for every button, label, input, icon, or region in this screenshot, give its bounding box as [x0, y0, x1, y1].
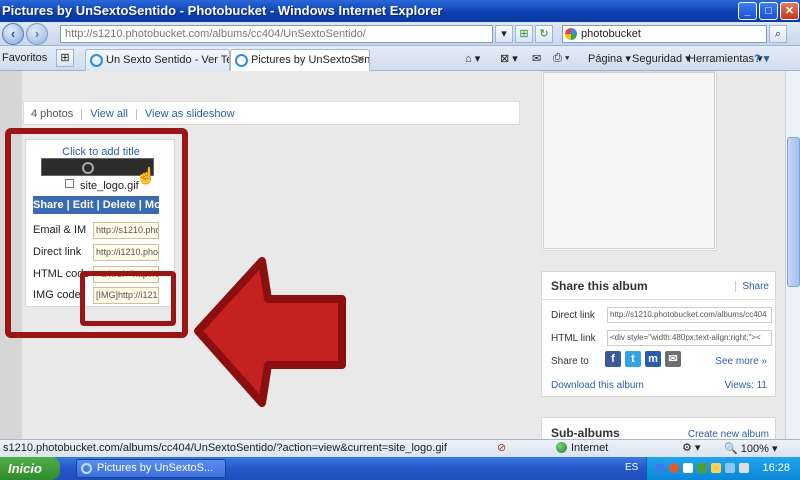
divider — [542, 299, 777, 300]
home-icon[interactable]: ⌂ ▾ — [465, 52, 480, 65]
menu-page-label: Página — [588, 53, 623, 65]
pointer-arrow-icon — [194, 257, 346, 407]
menu-security-label: Seguridad — [632, 53, 683, 65]
language-indicator[interactable]: ES — [625, 462, 638, 473]
photo-toolbar: 4 photos View all View as slideshow — [23, 101, 520, 125]
start-button[interactable]: Inicio — [0, 457, 60, 480]
search-text: photobucket — [581, 28, 641, 40]
sub-albums-title: Sub-albums — [551, 426, 620, 439]
tabs-row: Favoritos ⊞ Un Sexto Sentido - Ver Tema.… — [0, 46, 800, 71]
share-html-row: HTML link <div style="width:480px;text-a… — [551, 330, 772, 346]
close-tab-icon[interactable]: ✕ — [356, 53, 365, 66]
zoom-control[interactable]: 🔍 100% ▾ — [724, 442, 777, 455]
zone-label: Internet — [571, 442, 609, 454]
blocked-icon[interactable]: ⊘ — [497, 441, 506, 454]
download-album-link[interactable]: Download this album — [551, 380, 644, 391]
dropdown-icon[interactable]: ▾ — [495, 25, 513, 43]
mail-icon[interactable]: ✉ — [532, 52, 541, 65]
ie-icon — [90, 54, 103, 67]
share-to-label: Share to — [551, 356, 589, 367]
page-content: 4 photos View all View as slideshow Click … — [0, 71, 785, 439]
url-host: http://s1210.photobucket.com — [65, 28, 210, 40]
tab-pictures[interactable]: Pictures by UnSextoSenti... ✕ — [230, 49, 370, 71]
divider — [135, 108, 137, 120]
share-album-box: Share this album Share Direct link http:… — [541, 271, 777, 397]
window-title: Pictures by UnSextoSentido - Photobucket… — [2, 3, 443, 18]
share-direct-label: Direct link — [551, 310, 595, 321]
myspace-icon[interactable]: m — [645, 351, 661, 367]
ie-icon — [81, 463, 92, 474]
share-direct-row: Direct link http://s1210.photobucket.com… — [551, 307, 772, 323]
album-preview-panel — [541, 71, 717, 251]
see-more-link[interactable]: See more » — [715, 356, 767, 367]
photo-count: 4 photos — [31, 108, 74, 120]
tab-un-sexto-sentido[interactable]: Un Sexto Sentido - Ver Tema... — [85, 49, 230, 71]
compat-icon[interactable]: ⊞ — [515, 25, 533, 43]
address-bar-row: ‹ › http://s1210.photobucket.com/albums/… — [0, 22, 800, 46]
quick-tabs-icon[interactable]: ⊞ — [56, 49, 74, 67]
tab-label: Un Sexto Sentido - Ver Tema... — [106, 54, 229, 66]
zoom-label: 100% — [740, 443, 769, 455]
twitter-icon[interactable]: t — [625, 351, 641, 367]
share-link[interactable]: Share — [735, 281, 769, 292]
misc-tray-icon[interactable] — [739, 463, 749, 473]
menu-page[interactable]: Página ▾ — [588, 52, 631, 65]
address-input[interactable]: http://s1210.photobucket.com/albums/cc40… — [60, 25, 493, 43]
view-all-link[interactable]: View all — [90, 108, 128, 120]
facebook-icon[interactable]: f — [605, 351, 621, 367]
display-tray-icon[interactable] — [725, 463, 735, 473]
share-album-title: Share this album — [551, 279, 648, 293]
google-icon — [565, 28, 577, 40]
scrollbar-thumb[interactable] — [787, 137, 800, 287]
volume-tray-icon[interactable] — [683, 463, 693, 473]
status-url: s1210.photobucket.com/albums/cc404/UnSex… — [3, 442, 447, 454]
back-icon[interactable]: ‹ — [2, 23, 24, 45]
share-direct-field[interactable]: http://s1210.photobucket.com/albums/cc40… — [607, 307, 772, 323]
window-titlebar[interactable]: Pictures by UnSextoSentido - Photobucket… — [0, 0, 800, 22]
maximize-button[interactable]: □ — [759, 2, 778, 20]
menu-security[interactable]: Seguridad ▾ — [632, 52, 691, 65]
search-input[interactable]: photobucket — [562, 25, 767, 43]
album-preview — [543, 72, 715, 249]
security-tray-icon[interactable] — [669, 463, 679, 473]
taskbar-item-label: Pictures by UnSextoS... — [97, 462, 214, 474]
print-icon[interactable]: ⎙ ▾ — [553, 52, 569, 65]
close-button[interactable]: ✕ — [780, 2, 799, 20]
share-html-field[interactable]: <div style="width:480px;text-align:right… — [607, 330, 772, 346]
create-album-link[interactable]: Create new album — [688, 429, 769, 439]
sub-albums-box: Sub-albums Create new album — [541, 417, 776, 439]
share-html-label: HTML link — [551, 333, 596, 344]
minimize-button[interactable]: _ — [738, 2, 757, 20]
menu-tools[interactable]: Herramientas ▾ — [688, 52, 763, 65]
divider — [81, 108, 83, 120]
menu-tools-label: Herramientas — [688, 53, 755, 65]
ie-icon — [235, 54, 248, 67]
email-icon[interactable]: ✉ — [665, 351, 681, 367]
network-tray-icon[interactable] — [697, 463, 707, 473]
slideshow-link[interactable]: View as slideshow — [145, 108, 235, 120]
vertical-scrollbar[interactable] — [785, 71, 800, 439]
protected-mode-icon[interactable]: ⚙ ▾ — [682, 441, 700, 454]
url-path: /albums/cc404/UnSextoSentido/ — [209, 28, 366, 40]
views-count: Views: 11 — [724, 380, 767, 391]
img-code-highlight — [80, 271, 176, 326]
status-bar: s1210.photobucket.com/albums/cc404/UnSex… — [0, 439, 800, 457]
feeds-icon[interactable]: ⊠ ▾ — [500, 52, 518, 65]
system-tray: ES 16:28 — [625, 457, 800, 480]
taskbar-item-ie[interactable]: Pictures by UnSextoS... — [76, 459, 226, 478]
globe-icon — [556, 442, 567, 453]
search-icon[interactable]: ⌕ — [769, 25, 787, 43]
help-icon[interactable]: ? ▾ — [754, 52, 769, 65]
taskbar: Inicio Pictures by UnSextoS... ES 16:28 — [0, 457, 800, 480]
favorites-label[interactable]: Favoritos — [2, 52, 47, 64]
update-tray-icon[interactable] — [711, 463, 721, 473]
refresh-icon[interactable]: ↻ — [535, 25, 553, 43]
forward-icon[interactable]: › — [26, 23, 48, 45]
tab-label: Pictures by UnSextoSenti... — [251, 54, 370, 66]
clock: 16:28 — [762, 462, 790, 474]
back-tray-icon[interactable] — [655, 463, 665, 473]
zone-indicator: Internet — [556, 442, 608, 454]
